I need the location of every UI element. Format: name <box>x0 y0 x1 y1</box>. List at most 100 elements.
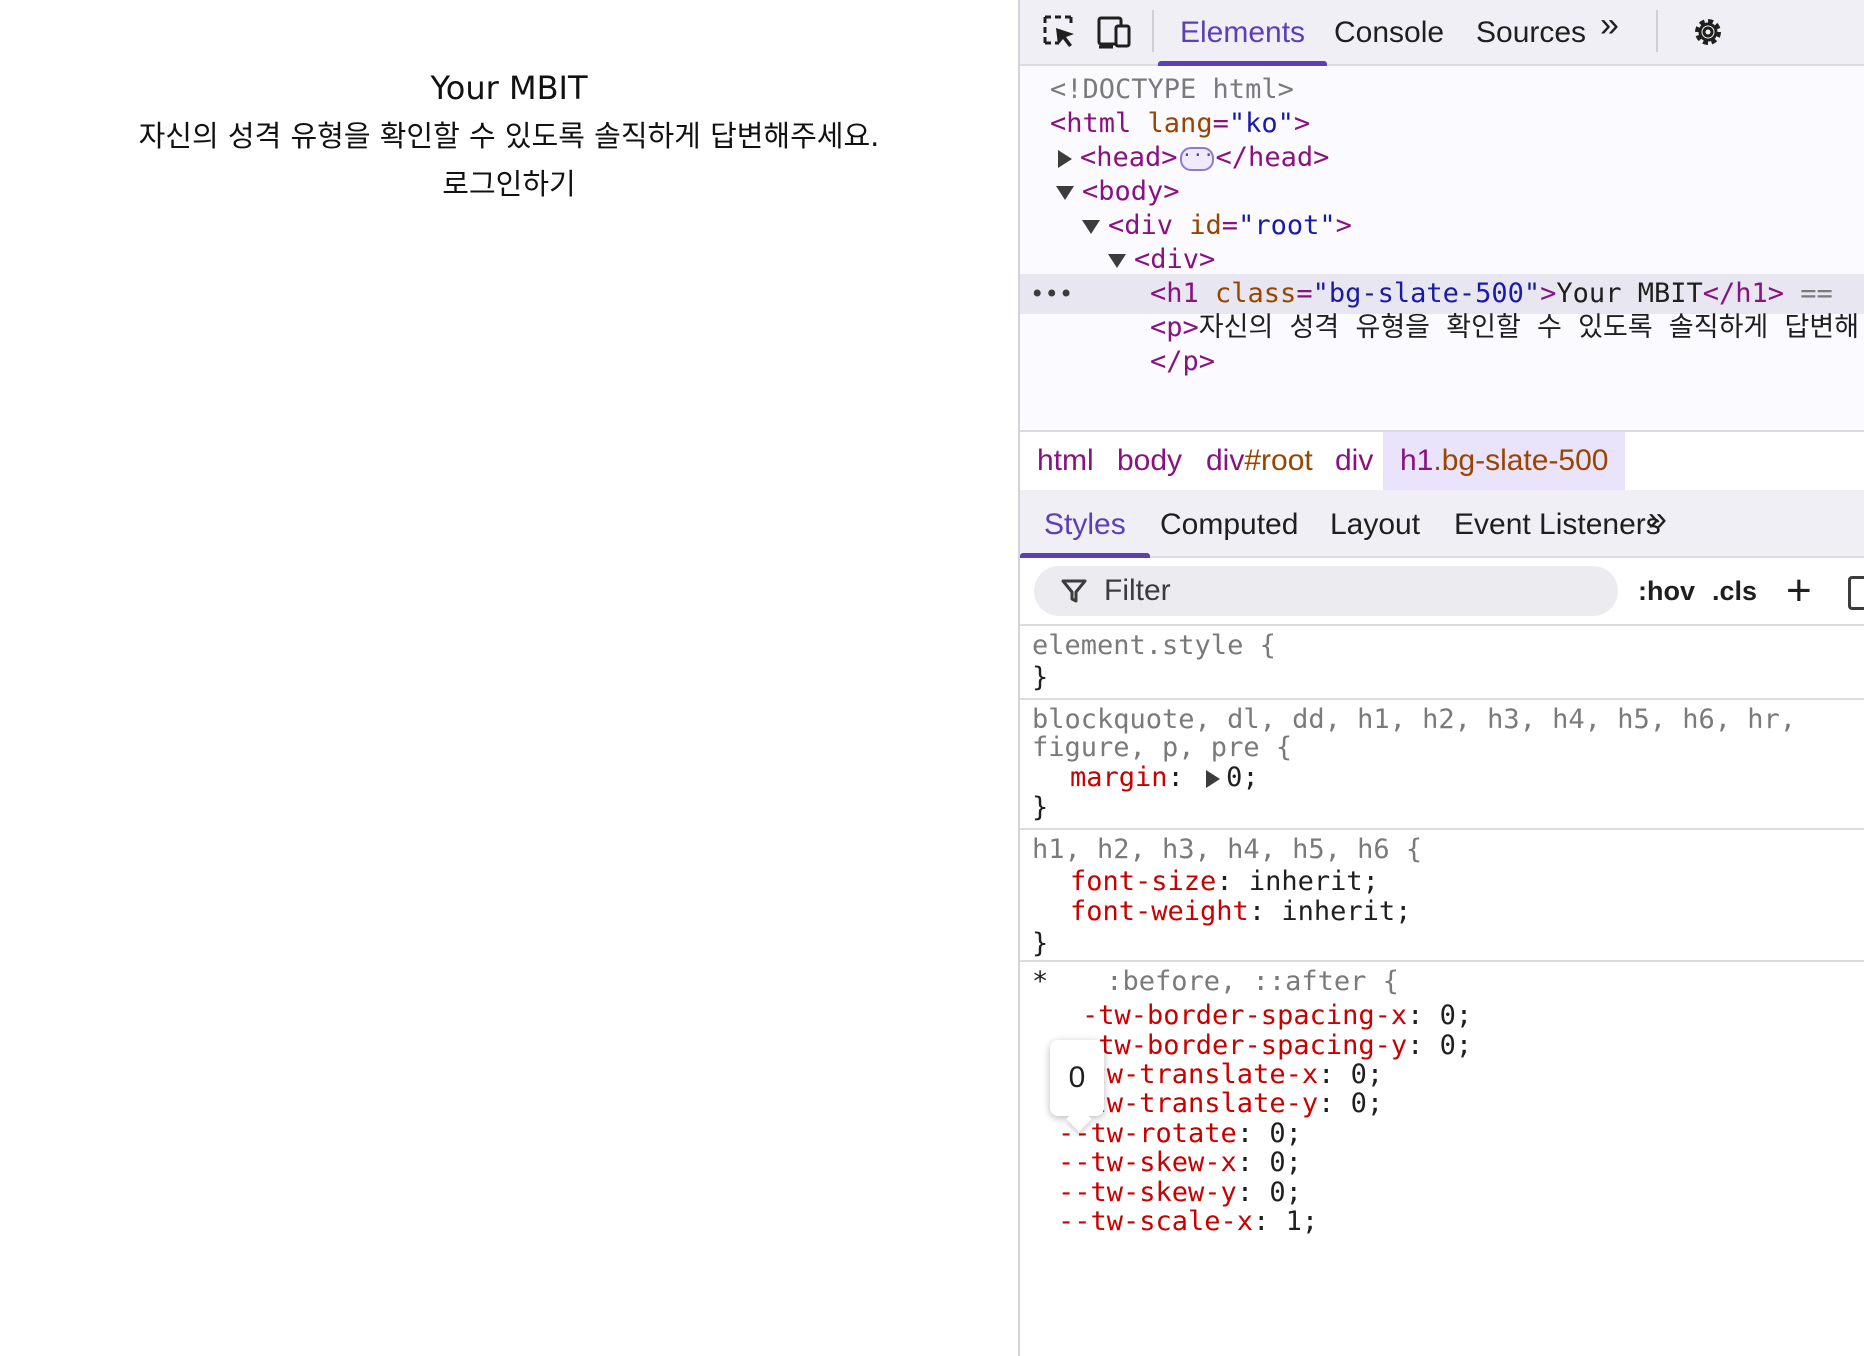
inspect-element-icon[interactable] <box>1042 14 1078 50</box>
property-value[interactable]: 0; <box>1226 762 1259 793</box>
computed-sidebar-icon[interactable] <box>1848 576 1864 610</box>
property-value[interactable]: inherit; <box>1281 896 1411 927</box>
more-options-icon[interactable]: ••• <box>1030 274 1073 314</box>
tab-console[interactable]: Console <box>1312 0 1466 64</box>
tab-elements[interactable]: Elements <box>1158 0 1328 66</box>
declaration[interactable]: --tw-scale-x: 1; <box>1058 1204 1318 1239</box>
property-value[interactable]: 0; <box>1440 1030 1473 1061</box>
page-title: Your MBIT <box>430 69 588 107</box>
hov-toggle[interactable]: :hov <box>1638 558 1695 624</box>
property-value[interactable]: inherit; <box>1249 866 1379 897</box>
login-link[interactable]: 로그인하기 <box>0 160 1018 208</box>
rule-selector: h1, h2, h3, h4, h5, h6 { <box>1032 832 1422 867</box>
property-name[interactable]: --tw-scale-x <box>1058 1206 1253 1237</box>
rule-heading-font: h1, h2, h3, h4, h5, h6 { font-size: inhe… <box>1020 832 1864 962</box>
dom-p[interactable]: <p>자신의 성격 유형을 확인할 수 있도록 솔직하게 답변해 <box>1150 308 1859 348</box>
rule-element-style: element.style { } <box>1020 626 1864 700</box>
close-brace: } <box>1032 662 1049 693</box>
crumb-tag: h1 <box>1400 444 1434 477</box>
attr-name: class <box>1215 278 1297 309</box>
dom-tree: <!DOCTYPE html> <html lang="ko"> <head> ·… <box>1020 66 1864 428</box>
breadcrumb-body[interactable]: body <box>1100 432 1199 490</box>
tab-layout[interactable]: Layout <box>1306 490 1444 556</box>
collapse-arrow-icon[interactable] <box>1108 253 1126 268</box>
selector-text: element.style { <box>1032 630 1276 661</box>
tag-text: </head> <box>1215 142 1330 173</box>
property-name[interactable]: --tw-skew-x <box>1058 1147 1237 1178</box>
more-tabs-chevron-icon[interactable]: » <box>1600 6 1619 45</box>
close-brace: } <box>1032 792 1049 823</box>
close-brace: } <box>1032 928 1049 959</box>
tag-text: </p> <box>1150 346 1216 377</box>
tag-text: <div> <box>1134 244 1216 275</box>
property-value[interactable]: 0; <box>1440 1000 1473 1031</box>
tag-text: > <box>1293 108 1311 139</box>
filter-input[interactable]: Filter <box>1034 566 1618 616</box>
property-name[interactable]: font-size <box>1070 866 1216 897</box>
property-name[interactable]: margin <box>1070 762 1168 793</box>
rule-margin-reset: blockquote, dl, dd, h1, h2, h3, h4, h5, … <box>1020 702 1864 830</box>
declaration-margin[interactable]: margin: 0; <box>1070 760 1259 795</box>
property-name[interactable]: -tw-border-spacing-x <box>1082 1000 1407 1031</box>
device-toolbar-icon[interactable] <box>1096 14 1132 50</box>
equals-text: = <box>1212 108 1229 139</box>
selector-text: :before, ::after { <box>1106 966 1399 997</box>
ellipsis-icon[interactable]: ··· <box>1179 146 1214 171</box>
selector-star: * <box>1032 966 1049 997</box>
crumb-tag: body <box>1117 444 1183 477</box>
rule-selector: element.style { <box>1032 628 1276 663</box>
dollar-zero-marker: == <box>1784 278 1833 309</box>
attr-value: "bg-slate-500" <box>1312 278 1541 309</box>
tag-text: <head> <box>1080 142 1178 173</box>
page-viewport: Your MBIT 자신의 성격 유형을 확인할 수 있도록 솔직하게 답변해주… <box>0 0 1018 1356</box>
selector-text: figure, p, pre { <box>1032 732 1293 763</box>
rule-selector: * :before, ::after { <box>1032 964 1399 999</box>
expand-arrow-icon[interactable] <box>1058 149 1072 168</box>
dom-p-close[interactable]: </p> <box>1150 342 1215 382</box>
tag-text: > <box>1335 210 1352 241</box>
breadcrumb-html[interactable]: html <box>1020 432 1111 490</box>
property-value[interactable]: 1; <box>1286 1206 1319 1237</box>
expand-arrow-icon[interactable] <box>1206 769 1221 788</box>
breadcrumb: html body div#root div h1.bg-slate-500 <box>1020 430 1864 492</box>
cls-toggle[interactable]: .cls <box>1712 558 1757 624</box>
styles-filter-bar: Filter :hov .cls + <box>1020 558 1864 626</box>
breadcrumb-div-root[interactable]: div#root <box>1189 432 1330 490</box>
property-value[interactable]: 0; <box>1269 1147 1302 1178</box>
doctype-text: <!DOCTYPE html> <box>1050 74 1294 105</box>
value-tooltip: 0 <box>1050 1040 1104 1116</box>
property-value[interactable]: 0; <box>1351 1088 1384 1119</box>
breadcrumb-div[interactable]: div <box>1318 432 1390 490</box>
toolbar-separator <box>1152 10 1154 52</box>
tag-text: <html <box>1050 108 1148 139</box>
tag-text: </h1> <box>1702 278 1785 309</box>
rule-universal-tw: * :before, ::after { -tw-border-spacing-x… <box>1020 964 1864 1356</box>
tab-styles[interactable]: Styles <box>1020 490 1150 558</box>
collapse-arrow-icon[interactable] <box>1056 185 1074 200</box>
filter-placeholder: Filter <box>1104 574 1171 607</box>
tab-event-listeners[interactable]: Event Listeners <box>1430 490 1685 556</box>
p-text: 자신의 성격 유형을 확인할 수 있도록 솔직하게 답변해 <box>1198 312 1860 343</box>
breadcrumb-h1[interactable]: h1.bg-slate-500 <box>1383 432 1626 490</box>
collapse-arrow-icon[interactable] <box>1082 219 1100 234</box>
crumb-tag: div <box>1206 444 1245 477</box>
page-description: 자신의 성격 유형을 확인할 수 있도록 솔직하게 답변해주세요. <box>138 119 880 153</box>
crumb-id: .bg-slate-500 <box>1433 444 1609 477</box>
tag-text: <body> <box>1082 176 1180 207</box>
property-name[interactable]: font-weight <box>1070 896 1249 927</box>
tag-text: <h1 <box>1150 278 1216 309</box>
equals-text: = <box>1296 278 1313 309</box>
toolbar-separator <box>1656 10 1658 52</box>
more-tabs-chevron-icon[interactable]: » <box>1648 500 1667 539</box>
devtools-toolbar: Elements Console Sources » <box>1020 0 1864 66</box>
tab-computed[interactable]: Computed <box>1136 490 1322 556</box>
tab-sources[interactable]: Sources <box>1454 0 1608 64</box>
tag-text: > <box>1540 278 1557 309</box>
gear-icon[interactable] <box>1690 14 1726 50</box>
tag-text: <p> <box>1150 312 1199 343</box>
attr-name: lang <box>1147 108 1213 139</box>
new-style-rule-button[interactable]: + <box>1786 566 1812 616</box>
attr-value: "ko" <box>1228 108 1294 139</box>
declaration-font-weight[interactable]: font-weight: inherit; <box>1070 894 1411 929</box>
app-root: Your MBIT 자신의 성격 유형을 확인할 수 있도록 솔직하게 답변해주… <box>0 0 1018 208</box>
